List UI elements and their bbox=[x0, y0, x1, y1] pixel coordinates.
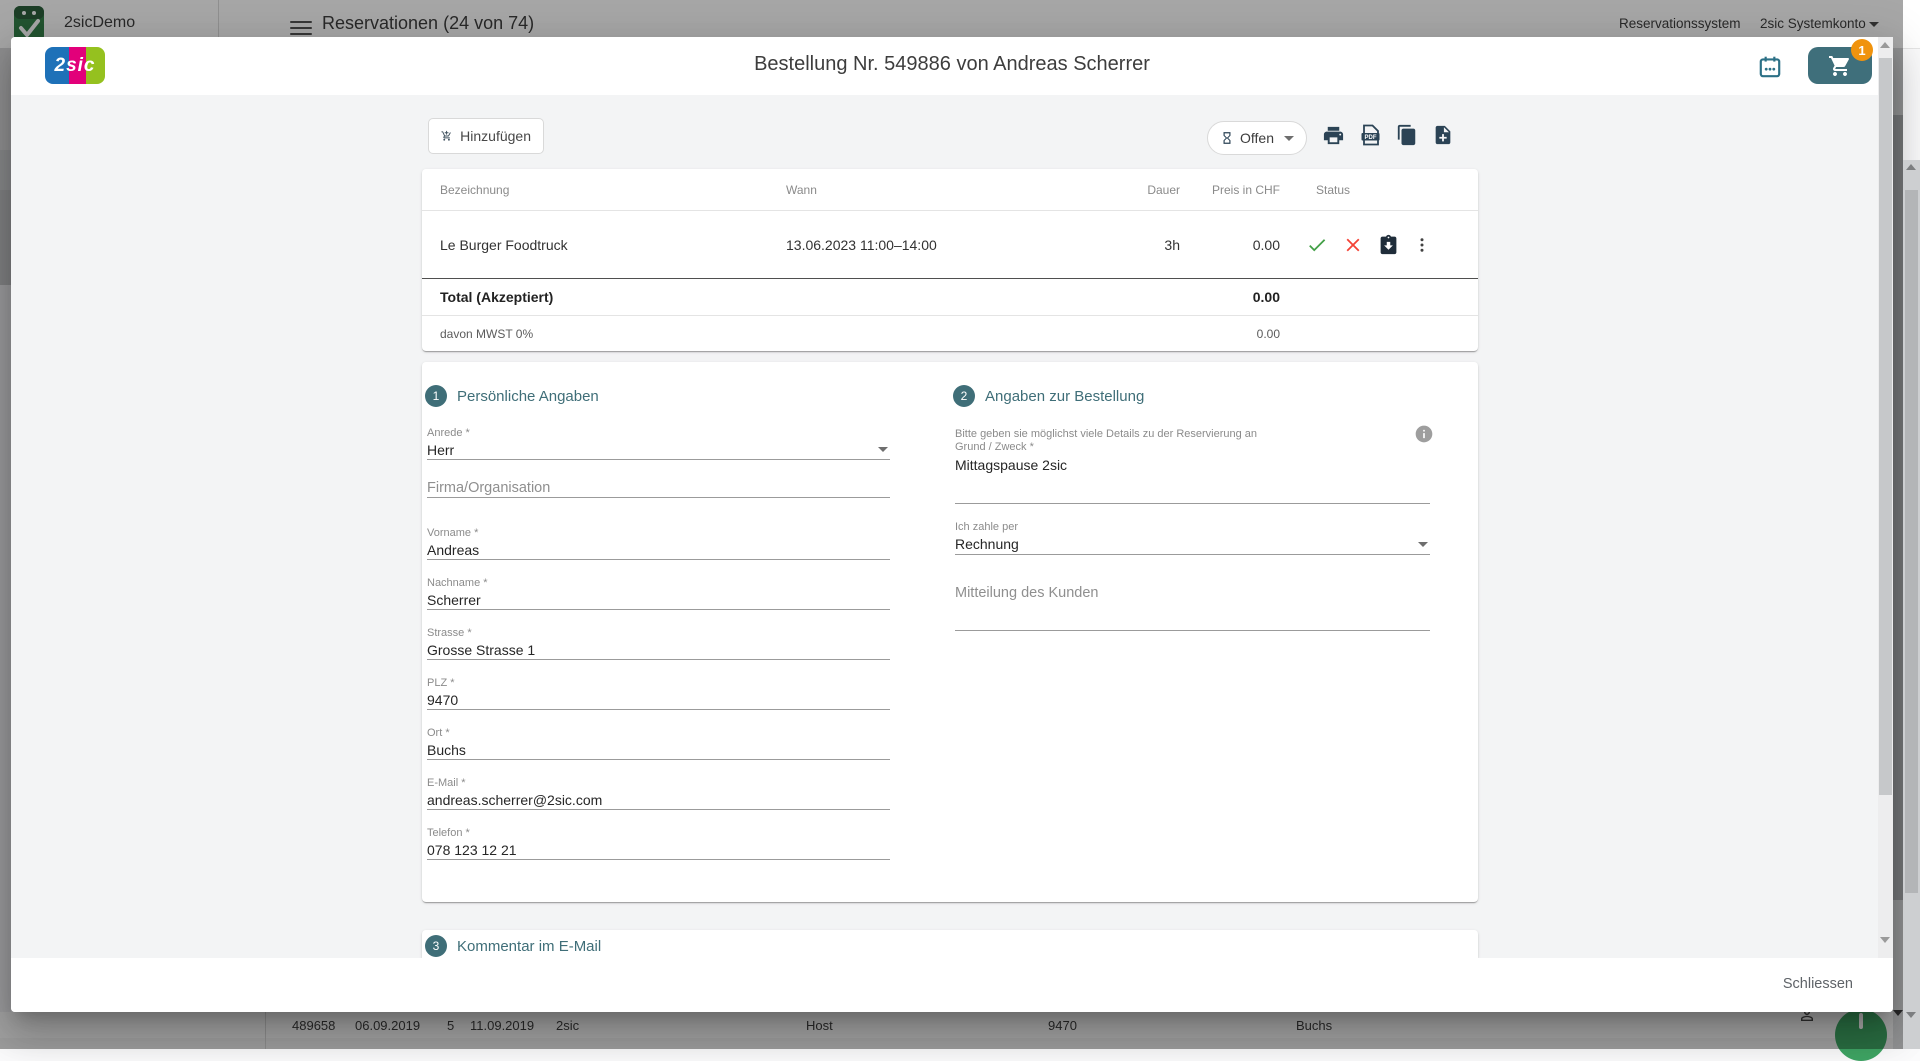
firma-placeholder: Firma/Organisation bbox=[427, 480, 550, 496]
dialog-title: Bestellung Nr. 549886 von Andreas Scherr… bbox=[11, 53, 1893, 76]
cart-badge: 1 bbox=[1851, 39, 1873, 61]
form-card: 1 Persönliche Angaben Anrede * Herr Firm… bbox=[422, 362, 1478, 902]
nachname-value: Scherrer bbox=[427, 592, 481, 608]
outer-scrollbar[interactable] bbox=[1903, 160, 1920, 1049]
plz-label: PLZ * bbox=[427, 677, 455, 689]
status-label: Offen bbox=[1240, 130, 1274, 146]
info-icon[interactable] bbox=[1414, 424, 1434, 444]
cell-bezeichnung: Le Burger Foodtruck bbox=[440, 237, 786, 253]
add-item-button[interactable]: Hinzufügen bbox=[428, 118, 544, 154]
section-2-title: Angaben zur Bestellung bbox=[985, 388, 1144, 405]
anrede-label: Anrede * bbox=[427, 427, 470, 439]
ort-input[interactable]: Ort * Buchs bbox=[427, 727, 890, 760]
order-dialog: 2sic Bestellung Nr. 549886 von Andreas S… bbox=[11, 37, 1893, 1012]
order-items-card: Bezeichnung Wann Dauer Preis in CHF Stat… bbox=[422, 169, 1478, 351]
plz-input[interactable]: PLZ * 9470 bbox=[427, 677, 890, 710]
col-header-wann: Wann bbox=[786, 183, 1116, 197]
zahlung-value: Rechnung bbox=[955, 536, 1019, 552]
vorname-input[interactable]: Vorname * Andreas bbox=[427, 527, 890, 560]
grund-label-line1: Bitte geben sie möglichst viele Details … bbox=[955, 428, 1257, 440]
email-input[interactable]: E-Mail * andreas.scherrer@2sic.com bbox=[427, 777, 890, 810]
section-1-heading: 1 Persönliche Angaben bbox=[425, 385, 599, 407]
dialog-scrollbar-thumb[interactable] bbox=[1879, 58, 1892, 795]
scroll-down-icon[interactable] bbox=[1880, 937, 1890, 943]
section-2-number: 2 bbox=[953, 385, 975, 407]
calendar-icon[interactable] bbox=[1757, 54, 1783, 80]
nachname-input[interactable]: Nachname * Scherrer bbox=[427, 577, 890, 610]
plz-value: 9470 bbox=[427, 692, 458, 708]
mitteilung-placeholder: Mitteilung des Kunden bbox=[955, 585, 1099, 601]
cart-icon bbox=[1828, 54, 1852, 78]
zahlung-caret-icon bbox=[1418, 542, 1428, 547]
anrede-value: Herr bbox=[427, 442, 454, 458]
add-file-icon[interactable] bbox=[1432, 124, 1454, 146]
table-row[interactable]: Le Burger Foodtruck 13.06.2023 11:00–14:… bbox=[422, 211, 1478, 279]
accept-check-icon[interactable] bbox=[1306, 234, 1328, 256]
dialog-scrollbar[interactable] bbox=[1878, 37, 1893, 958]
section-2-heading: 2 Angaben zur Bestellung bbox=[953, 385, 1144, 407]
vat-label: davon MWST 0% bbox=[440, 327, 786, 341]
email-label: E-Mail * bbox=[427, 777, 466, 789]
status-dropdown[interactable]: Offen bbox=[1207, 121, 1307, 155]
status-caret-icon bbox=[1284, 136, 1294, 141]
scroll-up-icon[interactable] bbox=[1880, 42, 1890, 48]
col-header-preis: Preis in CHF bbox=[1180, 183, 1280, 197]
mitteilung-textarea[interactable]: Mitteilung des Kunden bbox=[955, 585, 1430, 631]
table-vat-row: davon MWST 0% 0.00 bbox=[422, 316, 1478, 351]
table-total-row: Total (Akzeptiert) 0.00 bbox=[422, 279, 1478, 316]
anrede-select[interactable]: Anrede * Herr bbox=[427, 427, 890, 460]
copy-icon[interactable] bbox=[1396, 124, 1418, 146]
dialog-footer: Schliessen bbox=[11, 958, 1893, 1012]
clipboard-download-icon[interactable] bbox=[1378, 234, 1399, 255]
section-3-number: 3 bbox=[425, 935, 447, 957]
cell-dauer: 3h bbox=[1116, 237, 1180, 253]
close-button[interactable]: Schliessen bbox=[1777, 974, 1859, 994]
zahlung-label: Ich zahle per bbox=[955, 521, 1018, 533]
col-header-status: Status bbox=[1280, 183, 1460, 197]
grund-value: Mittagspause 2sic bbox=[955, 457, 1067, 473]
section-1-title: Persönliche Angaben bbox=[457, 388, 599, 405]
vorname-label: Vorname * bbox=[427, 527, 478, 539]
email-value: andreas.scherrer@2sic.com bbox=[427, 792, 602, 808]
ort-label: Ort * bbox=[427, 727, 450, 739]
telefon-label: Telefon * bbox=[427, 827, 470, 839]
zahlung-select[interactable]: Ich zahle per Rechnung bbox=[955, 521, 1430, 555]
pdf-icon[interactable]: PDF bbox=[1358, 123, 1382, 147]
vat-value: 0.00 bbox=[1180, 327, 1280, 341]
firma-input[interactable]: Firma/Organisation bbox=[427, 477, 890, 498]
add-to-cart-icon bbox=[441, 126, 452, 146]
hourglass-icon bbox=[1220, 130, 1234, 146]
kebab-menu-icon[interactable] bbox=[1413, 236, 1431, 254]
total-value: 0.00 bbox=[1180, 289, 1280, 305]
print-icon[interactable] bbox=[1322, 124, 1345, 147]
grund-zweck-textarea[interactable]: Bitte geben sie möglichst viele Details … bbox=[955, 428, 1430, 504]
total-label: Total (Akzeptiert) bbox=[440, 289, 786, 305]
telefon-value: 078 123 12 21 bbox=[427, 842, 517, 858]
reject-x-icon[interactable] bbox=[1342, 234, 1364, 256]
svg-text:PDF: PDF bbox=[1365, 135, 1377, 141]
section-3-heading: 3 Kommentar im E-Mail bbox=[425, 935, 601, 957]
cell-wann: 13.06.2023 11:00–14:00 bbox=[786, 237, 1116, 253]
vorname-value: Andreas bbox=[427, 542, 479, 558]
nachname-label: Nachname * bbox=[427, 577, 488, 589]
cell-status bbox=[1280, 234, 1460, 256]
telefon-input[interactable]: Telefon * 078 123 12 21 bbox=[427, 827, 890, 860]
table-header-row: Bezeichnung Wann Dauer Preis in CHF Stat… bbox=[422, 169, 1478, 211]
outer-scrollbar-thumb[interactable] bbox=[1905, 190, 1918, 893]
anrede-caret-icon bbox=[878, 447, 888, 452]
dialog-header: 2sic Bestellung Nr. 549886 von Andreas S… bbox=[11, 37, 1893, 95]
ort-value: Buchs bbox=[427, 742, 466, 758]
strasse-label: Strasse * bbox=[427, 627, 472, 639]
cell-preis: 0.00 bbox=[1180, 237, 1280, 253]
strasse-input[interactable]: Strasse * Grosse Strasse 1 bbox=[427, 627, 890, 660]
col-header-dauer: Dauer bbox=[1116, 183, 1180, 197]
section-1-number: 1 bbox=[425, 385, 447, 407]
comment-card: 3 Kommentar im E-Mail bbox=[422, 930, 1478, 958]
strasse-value: Grosse Strasse 1 bbox=[427, 642, 535, 658]
section-3-title: Kommentar im E-Mail bbox=[457, 938, 601, 955]
col-header-bezeichnung: Bezeichnung bbox=[440, 183, 786, 197]
grund-label-line2: Grund / Zweck * bbox=[955, 441, 1034, 453]
add-item-label: Hinzufügen bbox=[460, 128, 531, 144]
